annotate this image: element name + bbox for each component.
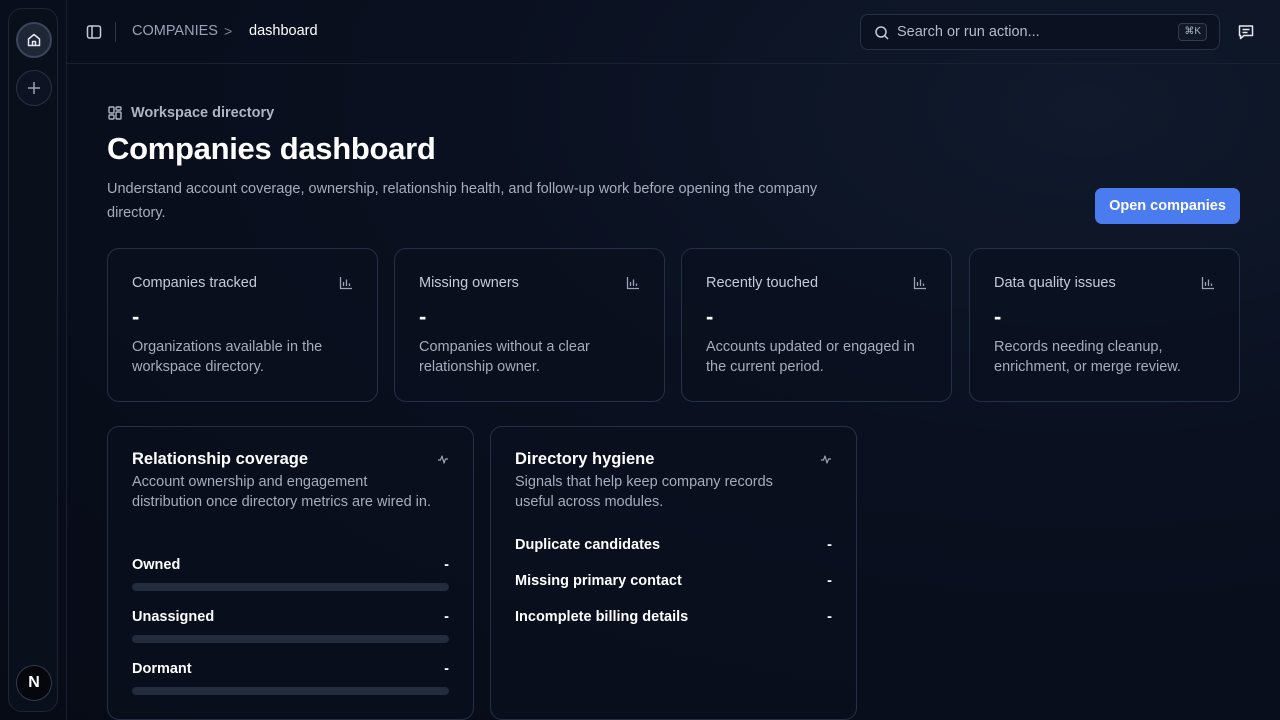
stat-label: Companies tracked (132, 275, 257, 291)
stat-description: Organizations available in the workspace… (132, 339, 323, 375)
rail-divider (66, 0, 67, 720)
page-subtitle: Understand account coverage, ownership, … (107, 181, 818, 221)
bar-chart-icon (1201, 277, 1214, 290)
stat-description: Companies without a clear relationship o… (419, 339, 590, 375)
search-icon (875, 26, 889, 40)
stat-description: Accounts updated or engaged in the curre… (706, 339, 915, 375)
stat-card-recently-touched: Recently touched - Accounts updated or e… (681, 248, 952, 402)
chat-icon[interactable] (1237, 23, 1255, 41)
hygiene-row-value: - (827, 609, 832, 625)
stat-value: - (706, 304, 714, 329)
stat-label: Missing owners (419, 275, 519, 291)
stat-card-companies-tracked: Companies tracked - Organizations availa… (107, 248, 378, 402)
hygiene-row-label: Duplicate candidates (515, 537, 661, 553)
coverage-row-label: Unassigned (132, 609, 215, 625)
breadcrumb-chevron-icon: > (224, 23, 233, 39)
coverage-row-label: Dormant (132, 661, 192, 677)
hygiene-row-value: - (827, 573, 832, 589)
page-title: Companies dashboard (107, 131, 436, 166)
panel-description: Signals that help keep company records u… (515, 474, 773, 510)
stat-description: Records needing cleanup, enrichment, or … (994, 339, 1181, 375)
panel-title: Directory hygiene (515, 450, 655, 468)
plus-icon (28, 82, 40, 94)
breadcrumb-current: dashboard (249, 23, 318, 39)
breadcrumb-section[interactable]: COMPANIES (132, 23, 218, 39)
activity-icon (821, 455, 831, 464)
panel-description: Account ownership and engagement distrib… (132, 474, 431, 510)
eyebrow-label: Workspace directory (131, 105, 275, 121)
coverage-row-value: - (444, 557, 449, 573)
coverage-row-value: - (444, 661, 449, 677)
home-icon (27, 33, 41, 47)
stat-label: Recently touched (706, 275, 819, 291)
coverage-row-value: - (444, 609, 449, 625)
relationship-coverage-panel: Relationship coverage Account ownership … (107, 426, 474, 720)
coverage-progress-bar (132, 635, 449, 643)
coverage-progress-bar (132, 583, 449, 591)
user-avatar[interactable]: N (16, 665, 52, 701)
home-button[interactable] (16, 22, 52, 58)
stat-label: Data quality issues (994, 275, 1116, 291)
dashboard-grid-icon (108, 106, 122, 120)
bar-chart-icon (913, 277, 926, 290)
hygiene-row-label: Missing primary contact (515, 573, 682, 589)
hygiene-row-label: Incomplete billing details (515, 609, 689, 625)
bar-chart-icon (626, 277, 639, 290)
coverage-row-label: Owned (132, 557, 181, 573)
app-rail: N (8, 8, 58, 712)
hygiene-row-value: - (827, 537, 832, 553)
stat-card-data-quality: Data quality issues - Records needing cl… (969, 248, 1240, 402)
stat-value: - (994, 304, 1002, 329)
directory-hygiene-panel: Directory hygiene Signals that help keep… (490, 426, 857, 720)
coverage-progress-bar (132, 687, 449, 695)
add-workspace-button[interactable] (16, 70, 52, 106)
search-placeholder: Search or run action... (897, 24, 1040, 40)
stat-value: - (419, 304, 427, 329)
search-input[interactable]: Search or run action... ⌘K (860, 14, 1220, 50)
activity-icon (438, 455, 448, 464)
bar-chart-icon (339, 277, 352, 290)
stat-value: - (132, 304, 140, 329)
stat-card-missing-owners: Missing owners - Companies without a cle… (394, 248, 665, 402)
toolbar-divider (115, 22, 116, 42)
eyebrow: Workspace directory (107, 105, 274, 121)
top-bar: COMPANIES > dashboard Search or run acti… (67, 0, 1280, 64)
sidebar-toggle-icon[interactable] (85, 23, 103, 41)
panel-title: Relationship coverage (132, 450, 309, 468)
avatar-letter: N (28, 674, 40, 691)
shortcut-badge: ⌘K (1178, 23, 1207, 41)
open-companies-button[interactable]: Open companies (1095, 188, 1240, 224)
